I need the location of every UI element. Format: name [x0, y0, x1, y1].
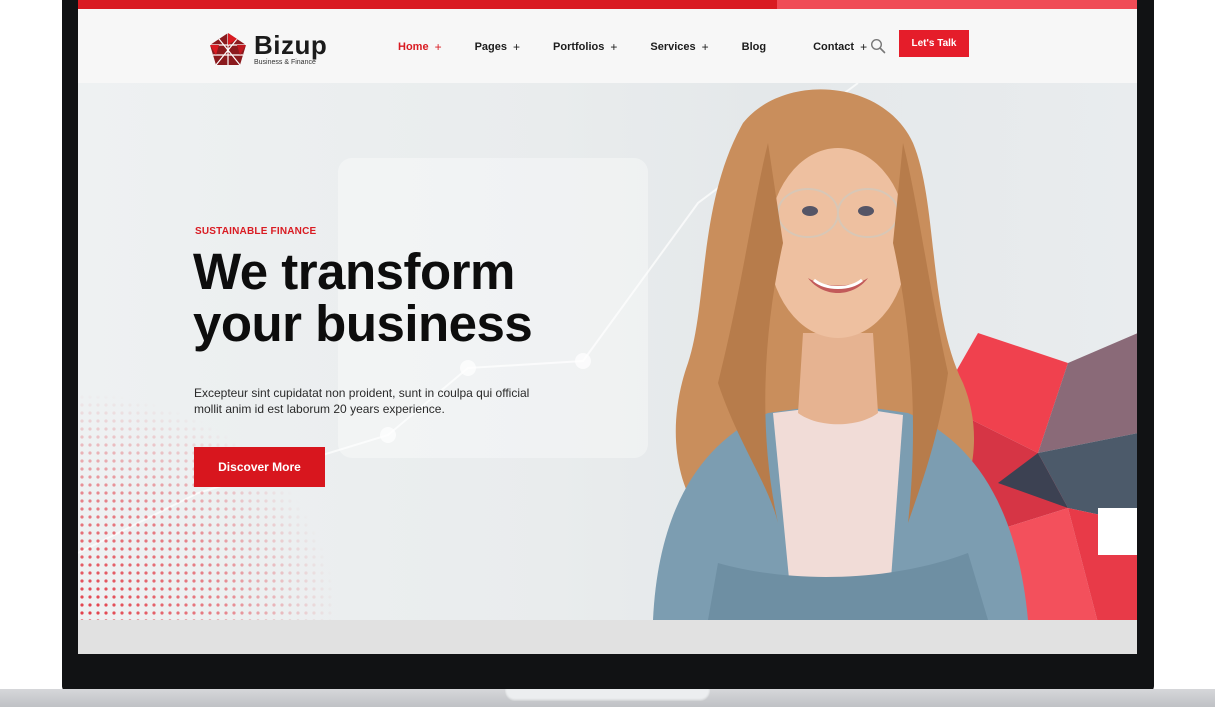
nav-item-services[interactable]: Services +	[650, 40, 708, 54]
plus-icon: +	[610, 40, 618, 54]
nav-item-home[interactable]: Home +	[398, 40, 442, 54]
bottom-grey-strip	[78, 620, 1137, 654]
brand-name: Bizup	[254, 30, 328, 60]
white-square-decoration	[1098, 508, 1137, 555]
bizup-logo-icon	[210, 33, 246, 66]
lets-talk-button[interactable]: Let's Talk	[899, 30, 969, 57]
nav-item-pages[interactable]: Pages +	[475, 40, 520, 54]
search-icon[interactable]	[870, 38, 886, 54]
plus-icon: +	[701, 40, 709, 54]
discover-more-button[interactable]: Discover More	[194, 447, 325, 487]
nav-item-label: Blog	[741, 41, 767, 53]
nav-item-label: Services	[650, 41, 696, 53]
hero-headline-line2: your business	[193, 295, 533, 352]
top-accent-bar	[78, 0, 1137, 9]
main-navigation: Home + Pages + Portfolios + Services + B…	[398, 40, 900, 54]
hero-headline-line1: We transform	[193, 243, 515, 300]
woman-portrait-image	[653, 89, 1028, 620]
website-screen: Bizup Business & Finance Home + Pages + …	[78, 0, 1137, 654]
dot-pattern-decoration	[78, 393, 338, 620]
nav-item-blog[interactable]: Blog	[742, 40, 766, 54]
nav-item-label: Pages	[474, 41, 507, 53]
nav-item-contact[interactable]: Contact +	[813, 40, 867, 54]
hero-section: SUSTAINABLE FINANCE We transform your bu…	[78, 83, 1137, 620]
laptop-notch	[505, 689, 710, 701]
plus-icon: +	[860, 40, 868, 54]
plus-icon: +	[513, 40, 521, 54]
hero-eyebrow: SUSTAINABLE FINANCE	[195, 226, 317, 237]
nav-item-portfolios[interactable]: Portfolios +	[553, 40, 617, 54]
plus-icon: +	[434, 40, 442, 54]
brand-logo[interactable]: Bizup Business & Finance	[206, 29, 327, 69]
brand-tagline: Business & Finance	[254, 59, 316, 66]
site-header: Bizup Business & Finance Home + Pages + …	[78, 9, 1137, 83]
nav-item-label: Contact	[813, 41, 855, 53]
hero-description: Excepteur sint cupidatat non proident, s…	[194, 386, 530, 416]
nav-item-label: Home	[398, 41, 429, 53]
hero-headline: We transform your business	[193, 246, 613, 350]
nav-item-label: Portfolios	[553, 41, 605, 53]
